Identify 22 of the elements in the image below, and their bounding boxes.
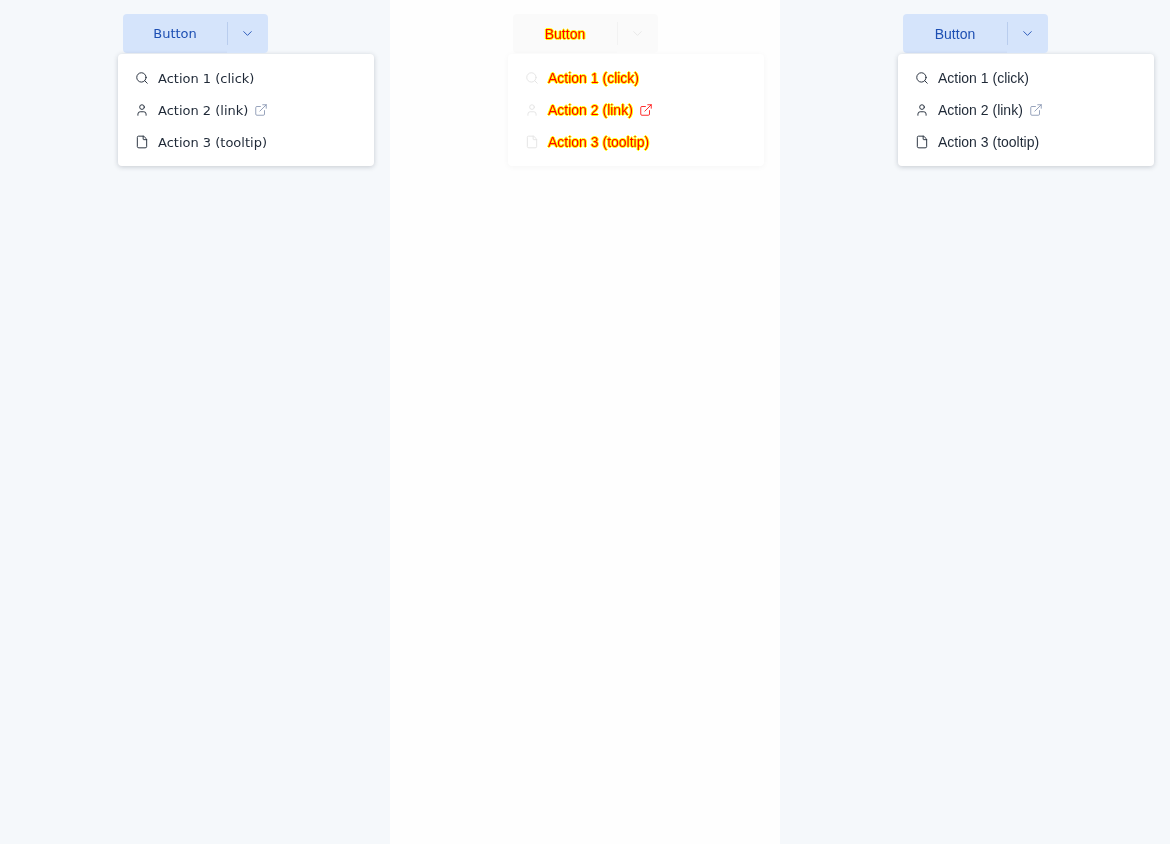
split-button[interactable]: Button [123, 14, 227, 53]
menu-item[interactable]: Action 2 (link) [525, 102, 633, 118]
menu-item[interactable]: Action 2 (link) [135, 102, 249, 118]
menu-item[interactable]: Action 3 (tooltip) [525, 134, 650, 150]
document-icon [525, 135, 539, 149]
menu-item[interactable]: Action 3 (tooltip) [915, 134, 1040, 150]
split-button[interactable]: Button [513, 14, 617, 53]
search-icon [915, 71, 929, 85]
person-icon [915, 103, 929, 117]
search-icon [525, 71, 539, 85]
search-icon [135, 71, 149, 85]
menu-item[interactable]: Action 1 (click) [525, 70, 640, 86]
dropdown-toggle-button[interactable] [1007, 14, 1048, 53]
menu-item[interactable]: Action 2 (link) [915, 102, 1023, 118]
split-button[interactable]: Button [903, 14, 1007, 53]
dropdown-toggle-button[interactable] [227, 14, 268, 53]
menu-item[interactable]: Action 1 (click) [915, 70, 1030, 86]
menu-item[interactable]: Action 1 (click) [135, 70, 255, 86]
document-icon [135, 135, 149, 149]
menu-item[interactable]: Action 3 (tooltip) [135, 134, 267, 150]
person-icon [135, 103, 149, 117]
document-icon [915, 135, 929, 149]
